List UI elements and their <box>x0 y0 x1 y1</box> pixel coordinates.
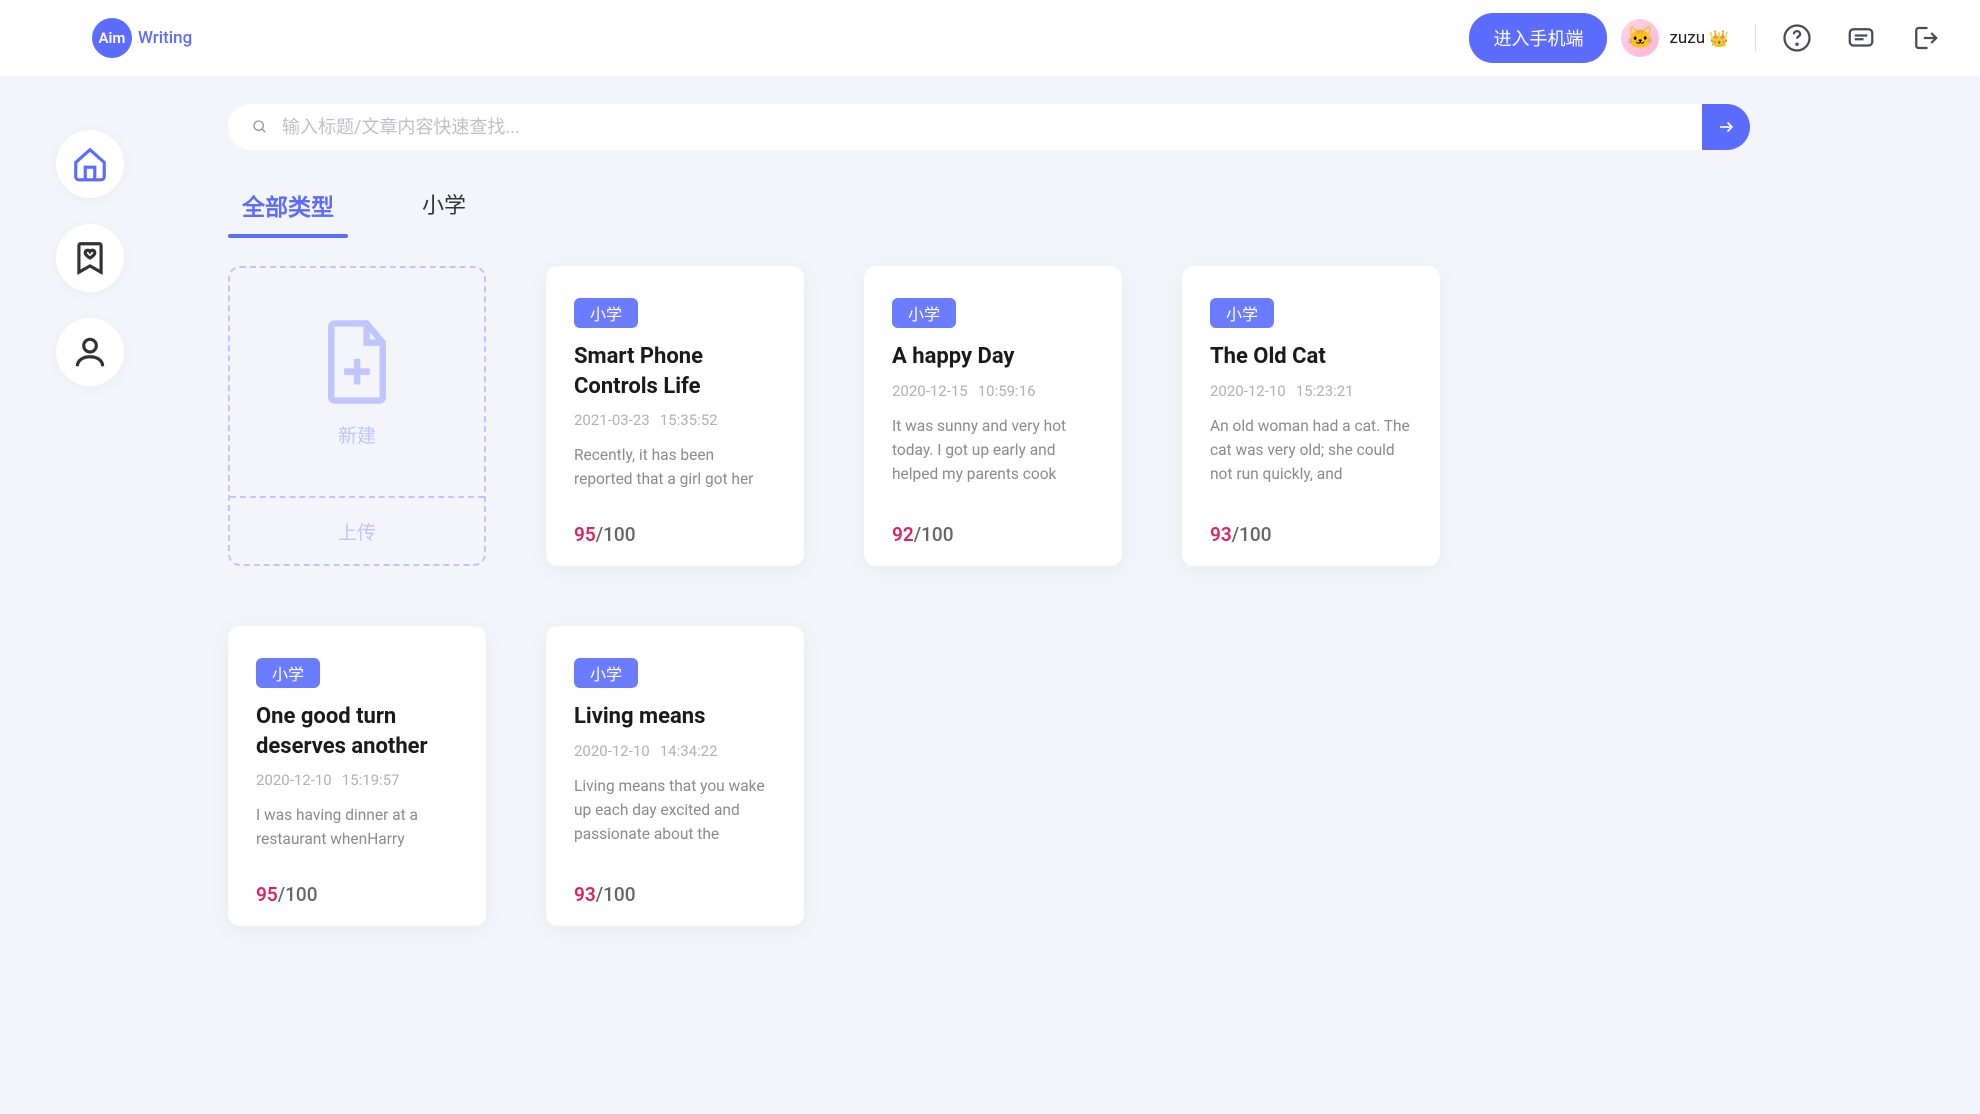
home-icon <box>71 145 109 183</box>
main-content: 全部类型 小学 新建 上传 小学 Smart Phone Controls Li… <box>0 76 1750 926</box>
article-card[interactable]: 小学 The Old Cat 2020-12-1015:23:21 An old… <box>1182 266 1440 566</box>
sidebar <box>56 130 124 386</box>
message-icon[interactable] <box>1846 23 1876 53</box>
crown-icon: 👑 <box>1709 29 1729 48</box>
articles-grid: 新建 上传 小学 Smart Phone Controls Life 2021-… <box>228 266 1750 926</box>
article-title: Smart Phone Controls Life <box>574 342 776 401</box>
search-input[interactable] <box>282 117 1678 138</box>
article-title: One good turn deserves another <box>256 702 458 761</box>
article-card[interactable]: 小学 Living means 2020-12-1014:34:22 Livin… <box>546 626 804 926</box>
article-excerpt: I was having dinner at a restaurant when… <box>256 803 458 926</box>
level-badge: 小学 <box>892 298 956 328</box>
new-article-card[interactable]: 新建 上传 <box>228 266 486 566</box>
header: Aim Writing 进入手机端 🐱 zuzu 👑 <box>0 0 1980 76</box>
article-score: 95/100 <box>256 883 318 906</box>
arrow-right-icon <box>1717 118 1735 136</box>
search-icon <box>252 119 268 135</box>
enter-mobile-button[interactable]: 进入手机端 <box>1469 13 1607 63</box>
logo-label: Writing <box>138 28 192 48</box>
divider <box>1755 24 1756 52</box>
article-timestamp: 2020-12-1014:34:22 <box>574 742 776 760</box>
article-card[interactable]: 小学 A happy Day 2020-12-1510:59:16 It was… <box>864 266 1122 566</box>
level-badge: 小学 <box>1210 298 1274 328</box>
upload-label: 上传 <box>338 518 376 545</box>
file-plus-icon <box>318 317 396 411</box>
tab-all-types[interactable]: 全部类型 <box>228 178 348 238</box>
tabs: 全部类型 小学 <box>228 178 1750 238</box>
article-timestamp: 2021-03-2315:35:52 <box>574 411 776 429</box>
sidebar-item-profile[interactable] <box>56 318 124 386</box>
search-submit-button[interactable] <box>1702 104 1750 150</box>
logo-inner-text: Aim <box>99 29 126 47</box>
article-score: 92/100 <box>892 523 954 546</box>
article-title: The Old Cat <box>1210 342 1412 372</box>
username-label: zuzu <box>1669 28 1705 48</box>
article-title: Living means <box>574 702 776 732</box>
article-score: 93/100 <box>574 883 636 906</box>
article-title: A happy Day <box>892 342 1094 372</box>
search-box <box>228 104 1702 150</box>
logout-icon[interactable] <box>1910 23 1940 53</box>
level-badge: 小学 <box>574 298 638 328</box>
sidebar-item-home[interactable] <box>56 130 124 198</box>
upload-area[interactable]: 上传 <box>230 496 484 564</box>
article-card[interactable]: 小学 One good turn deserves another 2020-1… <box>228 626 486 926</box>
sidebar-item-favorites[interactable] <box>56 224 124 292</box>
article-excerpt: Recently, it has been reported that a gi… <box>574 443 776 566</box>
avatar[interactable]: 🐱 <box>1621 19 1659 57</box>
user-icon <box>71 333 109 371</box>
level-badge: 小学 <box>574 658 638 688</box>
bookmark-heart-icon <box>71 239 109 277</box>
article-card[interactable]: 小学 Smart Phone Controls Life 2021-03-231… <box>546 266 804 566</box>
create-label: 新建 <box>338 421 376 448</box>
new-create-area[interactable]: 新建 <box>230 268 484 496</box>
article-timestamp: 2020-12-1015:23:21 <box>1210 382 1412 400</box>
article-score: 93/100 <box>1210 523 1272 546</box>
help-icon[interactable] <box>1782 23 1812 53</box>
article-timestamp: 2020-12-1015:19:57 <box>256 771 458 789</box>
tab-primary-school[interactable]: 小学 <box>408 178 480 238</box>
article-timestamp: 2020-12-1510:59:16 <box>892 382 1094 400</box>
level-badge: 小学 <box>256 658 320 688</box>
logo-icon: Aim <box>92 18 132 58</box>
article-score: 95/100 <box>574 523 636 546</box>
search-bar <box>228 104 1750 150</box>
